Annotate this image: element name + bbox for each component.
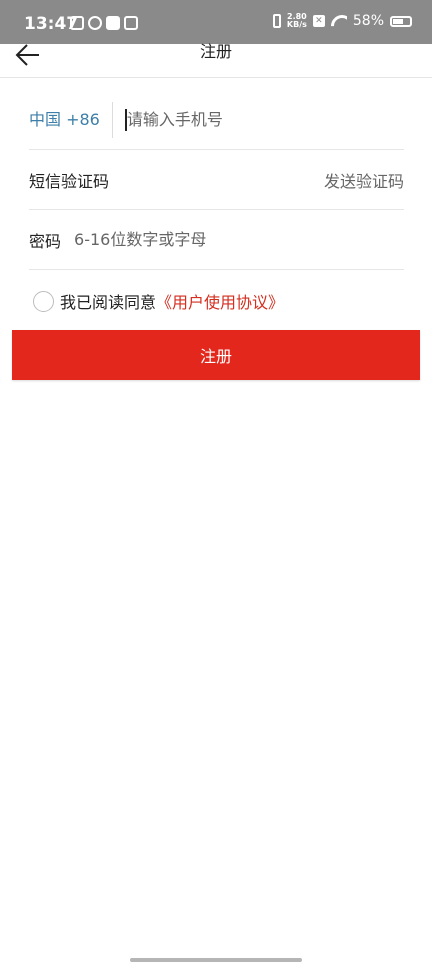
password-row: 密码 xyxy=(29,210,404,270)
phone-row: 中国 +86 xyxy=(29,90,404,150)
country-code-selector[interactable]: 中国 +86 xyxy=(29,101,113,138)
battery-icon xyxy=(390,15,412,27)
status-right: 2.80 KB/s ✕ 58% xyxy=(272,13,412,29)
sms-row: 短信验证码 发送验证码 xyxy=(29,150,404,210)
password-input[interactable] xyxy=(74,230,404,249)
password-label: 密码 xyxy=(29,231,62,251)
vibrate-icon xyxy=(272,14,281,28)
no-sim-icon: ✕ xyxy=(312,15,325,27)
mail-icon xyxy=(124,16,138,30)
page-title: 注册 xyxy=(199,42,232,61)
sms-code-input[interactable] xyxy=(119,170,324,189)
tiktok-icon xyxy=(106,16,120,30)
net-speed-unit: KB/s xyxy=(286,20,307,29)
app-icon xyxy=(88,16,102,30)
notification-icons xyxy=(70,16,138,30)
home-indicator[interactable] xyxy=(130,958,302,962)
store-icon xyxy=(70,16,84,30)
sms-label: 短信验证码 xyxy=(29,171,110,191)
agreement-row: 我已阅读同意 《用户使用协议》 xyxy=(33,289,284,313)
net-speed: 2.80 KB/s xyxy=(287,13,307,29)
send-code-button[interactable]: 发送验证码 xyxy=(324,168,404,192)
status-bar: 13:47 2.80 KB/s ✕ 58% xyxy=(0,0,432,44)
register-button[interactable]: 注册 xyxy=(12,330,420,380)
wifi-icon xyxy=(331,15,347,27)
header: 注册 xyxy=(0,44,432,78)
phone-input[interactable] xyxy=(124,108,404,131)
battery-percent: 58% xyxy=(352,13,384,29)
agreement-checkbox[interactable] xyxy=(33,290,54,312)
agreement-text: 我已阅读同意 xyxy=(60,293,157,312)
register-form: 中国 +86 短信验证码 发送验证码 密码 xyxy=(29,90,404,270)
user-agreement-link[interactable]: 《用户使用协议》 xyxy=(156,289,284,313)
